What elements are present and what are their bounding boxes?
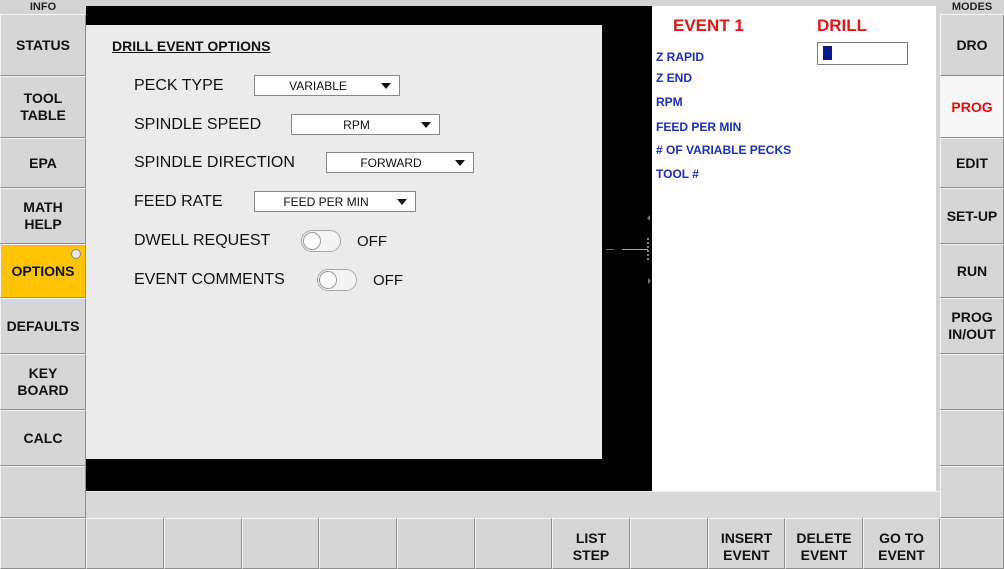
bottom-button-2[interactable] — [86, 518, 164, 569]
options-indicator-icon — [71, 249, 81, 259]
spindle-speed-dropdown[interactable]: RPM — [291, 114, 440, 135]
field-rpm: RPM — [656, 95, 683, 109]
options-panel-title: DRILL EVENT OPTIONS — [112, 38, 271, 54]
prog-in-out-button[interactable]: PROG IN/OUT — [940, 298, 1004, 354]
bottom-button-4[interactable] — [242, 518, 319, 569]
dwell-request-toggle[interactable] — [301, 230, 341, 252]
splitter-dash — [606, 249, 614, 250]
options-button-label: OPTIONS — [11, 262, 75, 279]
bottom-button-1[interactable] — [0, 518, 86, 569]
field-feed-per-min: FEED PER MIN — [656, 120, 742, 134]
prog-button[interactable]: PROG — [940, 76, 1004, 138]
status-button[interactable]: STATUS — [0, 14, 86, 76]
dwell-request-label: DWELL REQUEST — [134, 232, 271, 249]
insert-event-button[interactable]: INSERT EVENT — [708, 518, 785, 569]
splitter-left-arrow-icon[interactable] — [647, 215, 650, 221]
event-info-panel: EVENT 1 DRILL Z RAPID Z END RPM FEED PER… — [652, 6, 936, 491]
text-cursor — [823, 46, 832, 60]
epa-button[interactable]: EPA — [0, 138, 86, 188]
peck-type-label: PECK TYPE — [134, 77, 224, 94]
run-button[interactable]: RUN — [940, 244, 1004, 298]
bottom-button-13[interactable] — [940, 518, 1004, 569]
modes-header: MODES — [940, 0, 1004, 14]
bottom-button-9[interactable] — [630, 518, 708, 569]
field-z-rapid: Z RAPID — [656, 50, 704, 64]
spindle-direction-label: SPINDLE DIRECTION — [134, 154, 295, 171]
chevron-down-icon — [381, 82, 391, 89]
chevron-down-icon — [397, 198, 407, 205]
chevron-down-icon — [421, 121, 431, 128]
calc-button[interactable]: CALC — [0, 410, 86, 466]
event-comments-toggle[interactable] — [317, 269, 357, 291]
delete-event-button[interactable]: DELETE EVENT — [785, 518, 863, 569]
options-button[interactable]: OPTIONS — [0, 244, 86, 298]
info-header: INFO — [0, 0, 86, 14]
splitter-handle[interactable] — [647, 238, 650, 260]
spindle-direction-value: FORWARD — [360, 155, 422, 170]
peck-type-value: VARIABLE — [289, 78, 347, 93]
right-empty-button-3[interactable] — [940, 466, 1004, 518]
field-variable-pecks: # OF VARIABLE PECKS — [656, 143, 792, 157]
dwell-request-state: OFF — [357, 233, 387, 250]
event-type: DRILL — [817, 16, 868, 35]
field-z-end: Z END — [656, 71, 692, 85]
toggle-knob — [303, 232, 321, 250]
feed-rate-label: FEED RATE — [134, 193, 223, 210]
event-number: EVENT 1 — [673, 16, 744, 35]
status-strip — [86, 491, 940, 518]
bottom-button-6[interactable] — [397, 518, 475, 569]
edit-button[interactable]: EDIT — [940, 138, 1004, 188]
z-rapid-input[interactable] — [817, 42, 908, 65]
field-tool-number: TOOL # — [656, 167, 699, 181]
bottom-button-7[interactable] — [475, 518, 552, 569]
splitter-line — [622, 249, 648, 250]
right-empty-button-1[interactable] — [940, 354, 1004, 410]
spindle-direction-dropdown[interactable]: FORWARD — [326, 152, 474, 173]
math-help-button[interactable]: MATH HELP — [0, 188, 86, 244]
tool-table-button[interactable]: TOOL TABLE — [0, 76, 86, 138]
event-comments-state: OFF — [373, 272, 403, 289]
drill-event-options-panel: DRILL EVENT OPTIONS PECK TYPE VARIABLE S… — [86, 25, 602, 459]
go-to-event-button[interactable]: GO TO EVENT — [863, 518, 940, 569]
event-comments-label: EVENT COMMENTS — [134, 271, 285, 288]
chevron-down-icon — [455, 159, 465, 166]
peck-type-dropdown[interactable]: VARIABLE — [254, 75, 400, 96]
bottom-button-3[interactable] — [164, 518, 242, 569]
spindle-speed-label: SPINDLE SPEED — [134, 116, 262, 133]
right-empty-button-2[interactable] — [940, 410, 1004, 466]
feed-rate-dropdown[interactable]: FEED PER MIN — [254, 191, 416, 212]
splitter-right-arrow-icon[interactable] — [648, 278, 651, 284]
bottom-button-5[interactable] — [319, 518, 397, 569]
spindle-speed-value: RPM — [343, 117, 370, 132]
defaults-button[interactable]: DEFAULTS — [0, 298, 86, 354]
list-step-button[interactable]: LIST STEP — [552, 518, 630, 569]
feed-rate-value: FEED PER MIN — [283, 194, 369, 209]
keyboard-button[interactable]: KEY BOARD — [0, 354, 86, 410]
left-empty-button[interactable] — [0, 466, 86, 518]
setup-button[interactable]: SET-UP — [940, 188, 1004, 244]
dro-button[interactable]: DRO — [940, 14, 1004, 76]
toggle-knob — [319, 271, 337, 289]
